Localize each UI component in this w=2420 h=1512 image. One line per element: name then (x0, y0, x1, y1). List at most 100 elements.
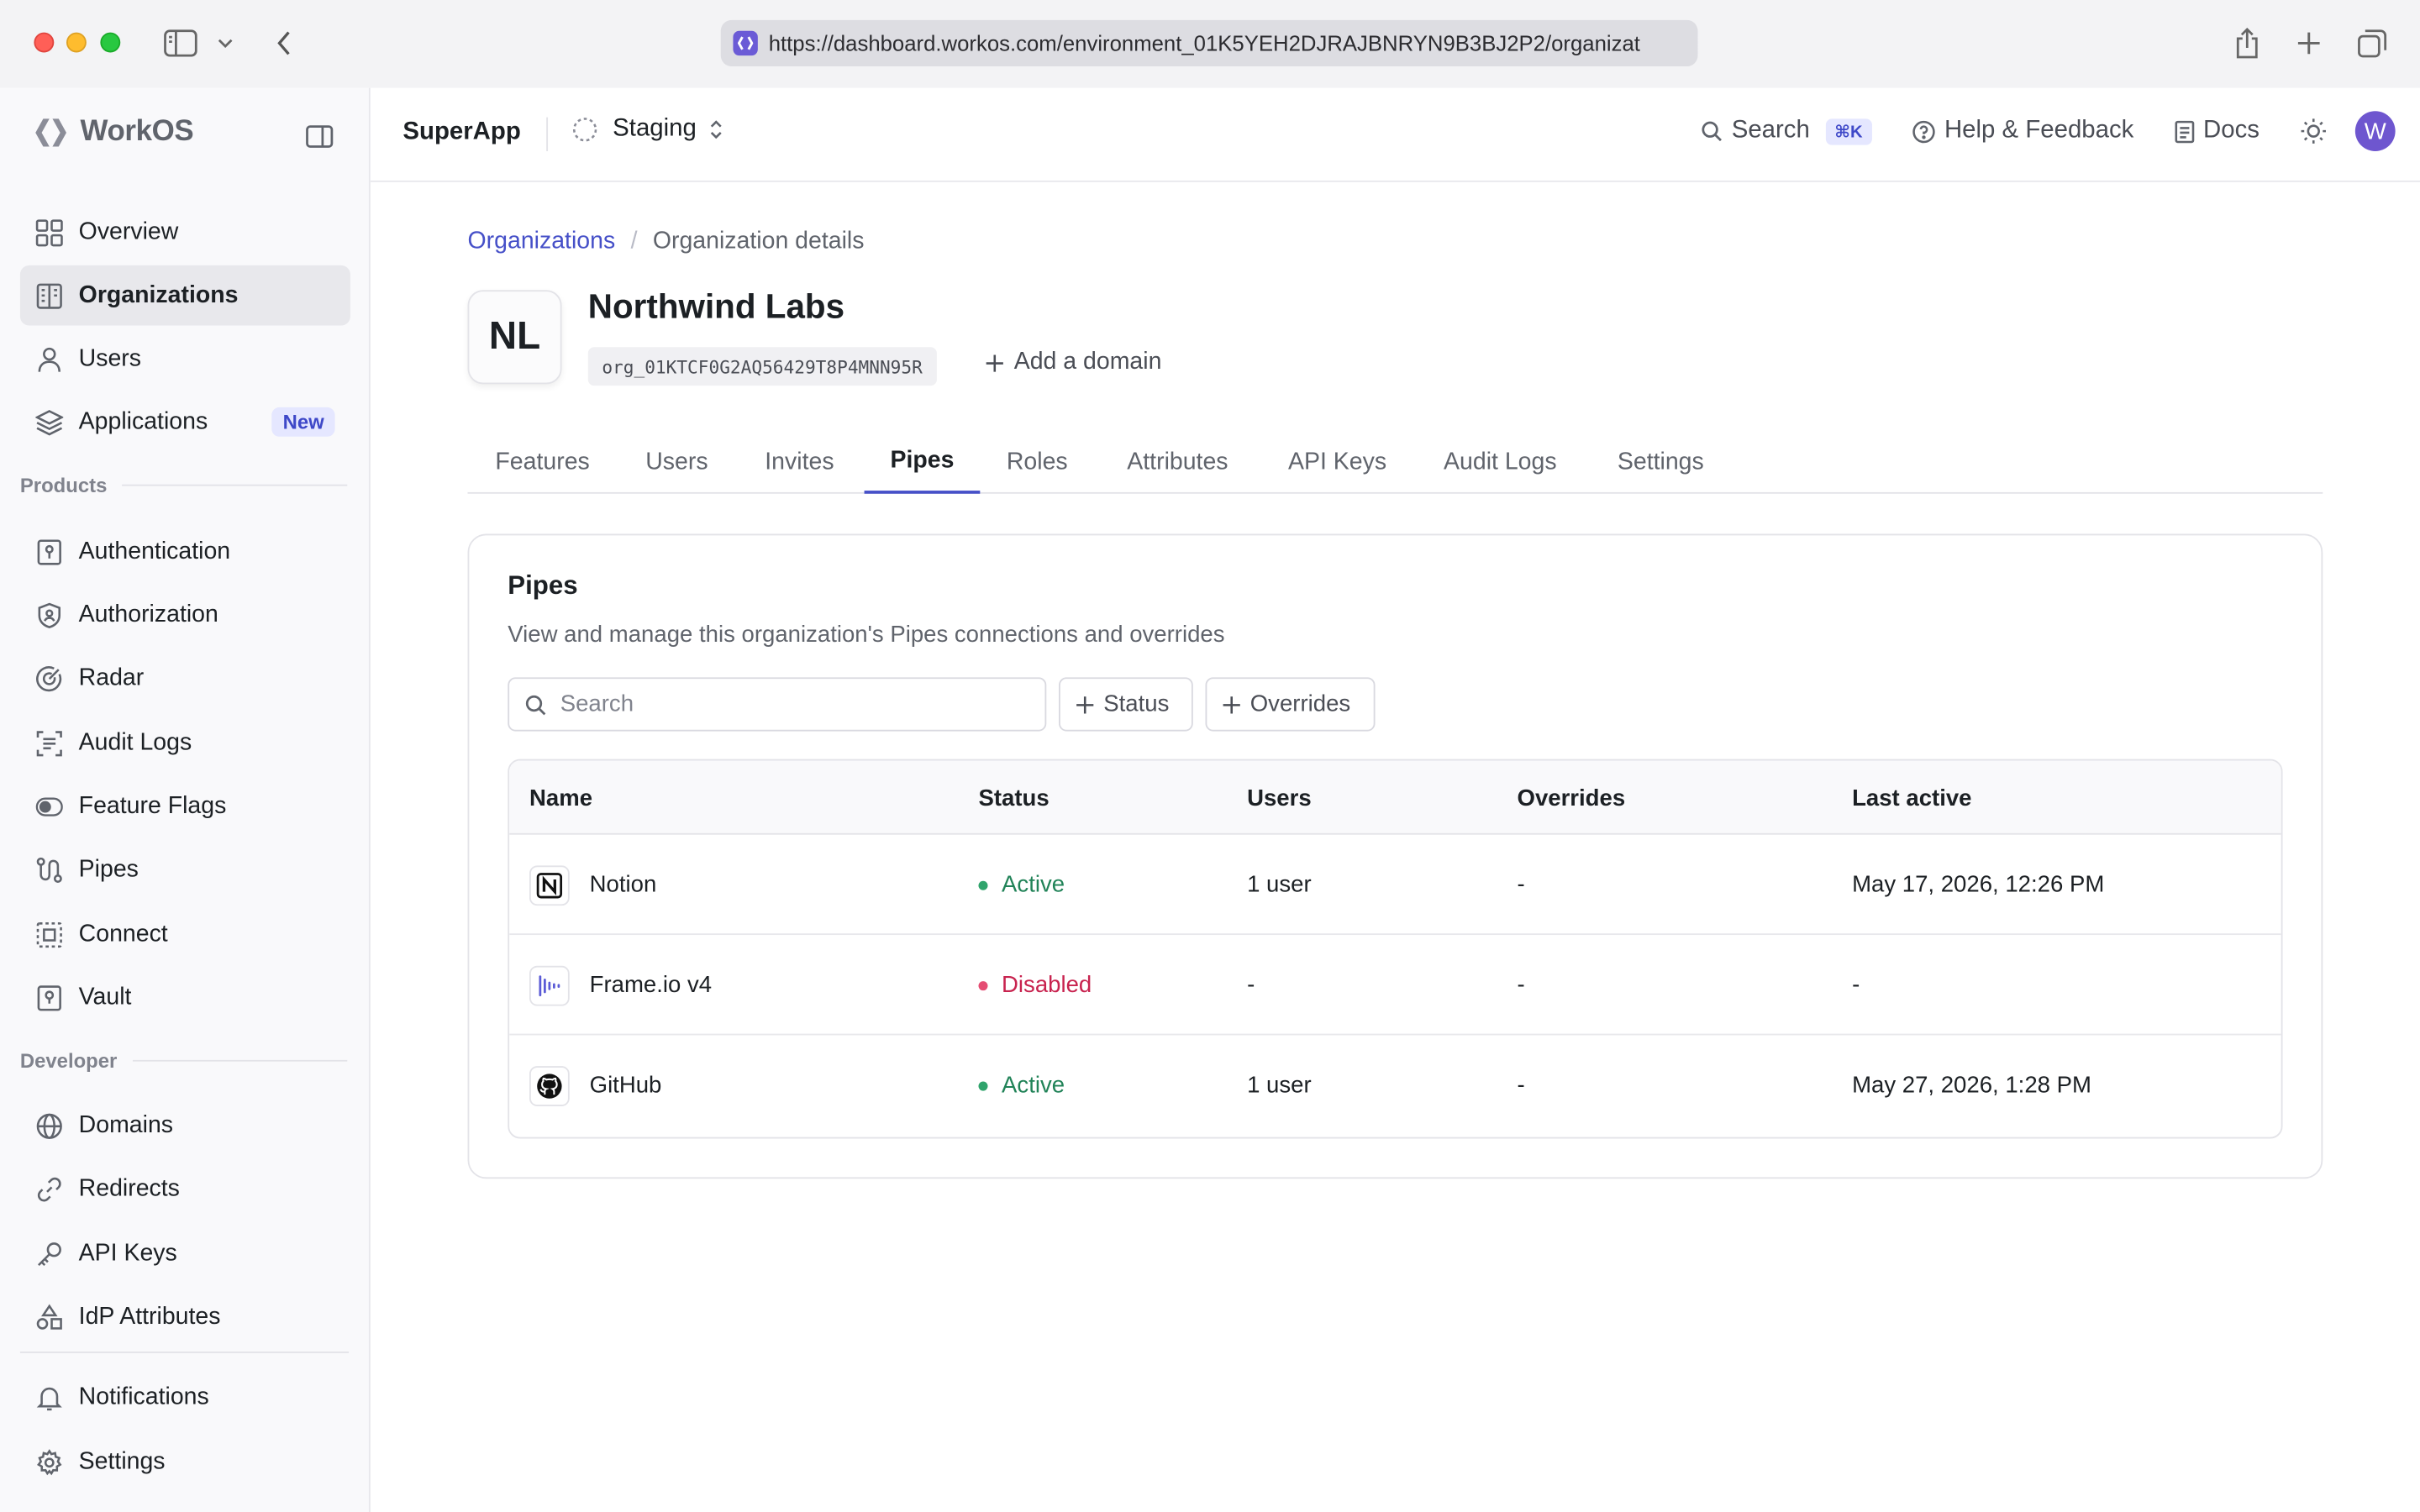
user-avatar[interactable]: W (2354, 111, 2396, 152)
section-products: Products (20, 474, 347, 497)
tab-api-keys[interactable]: API Keys (1264, 432, 1410, 493)
chevron-up-down-icon (711, 120, 723, 139)
pipes-table: Name Status Users Overrides Last active … (508, 759, 2283, 1139)
theme-toggle-button[interactable] (2300, 118, 2328, 145)
table-row[interactable]: Notion Active 1 user - May 17, 2026, 12:… (509, 835, 2281, 936)
sidebar-item-pipes[interactable]: Pipes (20, 839, 350, 900)
sidebar-toggle-icon[interactable] (162, 24, 199, 61)
chevron-down-icon[interactable] (210, 24, 241, 61)
sidebar-item-overview[interactable]: Overview (20, 202, 350, 263)
sidebar-item-authentication[interactable]: Authentication (20, 522, 350, 582)
sidebar-item-settings[interactable]: Settings (20, 1431, 350, 1492)
shapes-icon (35, 1303, 63, 1331)
column-last-active[interactable]: Last active (1852, 785, 1971, 811)
help-circle-icon (1912, 119, 1935, 143)
org-id-chip[interactable]: org_01KTCF0G2AQ56429T8P4MNN95R (587, 347, 937, 386)
pipes-description: View and manage this organization's Pipe… (508, 622, 1225, 648)
sun-icon (2301, 118, 2326, 144)
tab-users[interactable]: Users (622, 432, 731, 493)
close-window-button[interactable] (34, 32, 55, 53)
tab-roles[interactable]: Roles (981, 432, 1092, 493)
notion-icon (529, 864, 570, 906)
sidebar-item-notifications[interactable]: Notifications (20, 1367, 350, 1427)
breadcrumb: Organizations / Organization details (467, 228, 865, 256)
add-domain-button[interactable]: Add a domain (985, 349, 1161, 376)
column-users[interactable]: Users (1247, 785, 1312, 811)
share-icon[interactable] (2228, 24, 2265, 61)
column-name[interactable]: Name (529, 785, 592, 811)
sidebar-item-authorization[interactable]: Authorization (20, 585, 350, 645)
sidebar-item-organizations[interactable]: Organizations (19, 265, 350, 326)
environment-switcher[interactable]: Staging (571, 116, 723, 144)
browser-chrome: https://dashboard.workos.com/environment… (0, 0, 2420, 88)
docs-button[interactable]: Docs (2174, 118, 2260, 145)
sidebar-item-feature-flags[interactable]: Feature Flags (20, 776, 350, 837)
pipes-search[interactable] (508, 677, 1047, 732)
status-filter-button[interactable]: Status (1059, 677, 1193, 732)
sidebar-item-redirects[interactable]: Redirects (20, 1158, 350, 1219)
overrides-cell: - (1517, 871, 1525, 898)
sidebar-item-audit-logs[interactable]: Audit Logs (20, 713, 350, 774)
tab-invites[interactable]: Invites (739, 432, 860, 493)
search-button[interactable]: Search ⌘K (1701, 118, 1872, 145)
status-dot (978, 1080, 988, 1090)
app-root: https://dashboard.workos.com/environment… (0, 0, 2420, 1512)
tab-features[interactable]: Features (468, 432, 618, 493)
sidebar-item-radar[interactable]: Radar (20, 648, 350, 708)
users-cell: 1 user (1247, 1072, 1312, 1099)
status-dot (978, 879, 988, 890)
collapse-sidebar-button[interactable] (302, 118, 336, 152)
url-text: https://dashboard.workos.com/environment… (768, 30, 1640, 56)
tab-audit-logs[interactable]: Audit Logs (1415, 432, 1585, 493)
tab-pipes[interactable]: Pipes (864, 432, 981, 494)
tab-settings[interactable]: Settings (1590, 432, 1732, 493)
last-active-cell: May 17, 2026, 12:26 PM (1852, 871, 2105, 898)
status-text: Disabled (1002, 972, 1092, 999)
vault-icon (35, 984, 63, 1011)
pipes-card: Pipes View and manage this organization'… (467, 533, 2323, 1179)
pipes-title: Pipes (508, 570, 578, 601)
table-header: Name Status Users Overrides Last active (509, 760, 2281, 835)
search-icon (1702, 121, 1722, 142)
sidebar-item-users[interactable]: Users (20, 328, 350, 389)
sidebar-item-idp-attributes[interactable]: IdP Attributes (20, 1287, 350, 1347)
org-name: Northwind Labs (587, 286, 845, 326)
app-name[interactable]: SuperApp (402, 118, 520, 146)
toggle-icon (35, 792, 63, 820)
last-active-cell: - (1852, 972, 1860, 999)
document-icon (2174, 119, 2194, 143)
sidebar-item-vault[interactable]: Vault (20, 968, 350, 1028)
pipes-search-input[interactable] (560, 690, 1023, 718)
log-icon (35, 729, 63, 757)
users-cell: - (1247, 972, 1255, 999)
sidebar: WorkOS Overview Organizations Users Appl… (0, 87, 371, 1512)
address-bar[interactable]: https://dashboard.workos.com/environment… (720, 19, 1698, 66)
user-icon (35, 345, 63, 373)
org-avatar: NL (467, 290, 562, 385)
tab-attributes[interactable]: Attributes (1097, 432, 1258, 493)
new-tab-plus-icon[interactable] (2291, 24, 2328, 61)
sidebar-item-connect[interactable]: Connect (20, 904, 350, 964)
table-row[interactable]: GitHub Active 1 user - May 27, 2026, 1:2… (509, 1035, 2281, 1135)
tab-overview-icon[interactable] (2354, 24, 2391, 61)
panel-icon (306, 124, 334, 147)
plus-icon (1223, 696, 1240, 713)
back-arrow-icon[interactable] (266, 24, 302, 61)
overrides-filter-button[interactable]: Overrides (1205, 677, 1376, 732)
grid-icon (35, 218, 63, 246)
sidebar-item-api-keys[interactable]: API Keys (20, 1224, 350, 1284)
search-icon (525, 694, 546, 715)
breadcrumb-organizations-link[interactable]: Organizations (468, 228, 616, 256)
layers-icon (35, 408, 64, 436)
sidebar-item-domains[interactable]: Domains (20, 1095, 350, 1156)
table-row[interactable]: Frame.io v4 Disabled - - - (509, 935, 2281, 1036)
last-active-cell: May 27, 2026, 1:28 PM (1852, 1072, 2091, 1099)
minimize-window-button[interactable] (66, 32, 87, 53)
column-overrides[interactable]: Overrides (1518, 785, 1626, 811)
help-feedback-button[interactable]: Help & Feedback (1912, 118, 2133, 145)
maximize-window-button[interactable] (100, 32, 121, 53)
column-status[interactable]: Status (978, 785, 1049, 811)
workos-logo[interactable]: WorkOS (34, 116, 194, 150)
sidebar-item-applications[interactable]: Applications New (20, 392, 350, 453)
status-dot (978, 980, 988, 990)
